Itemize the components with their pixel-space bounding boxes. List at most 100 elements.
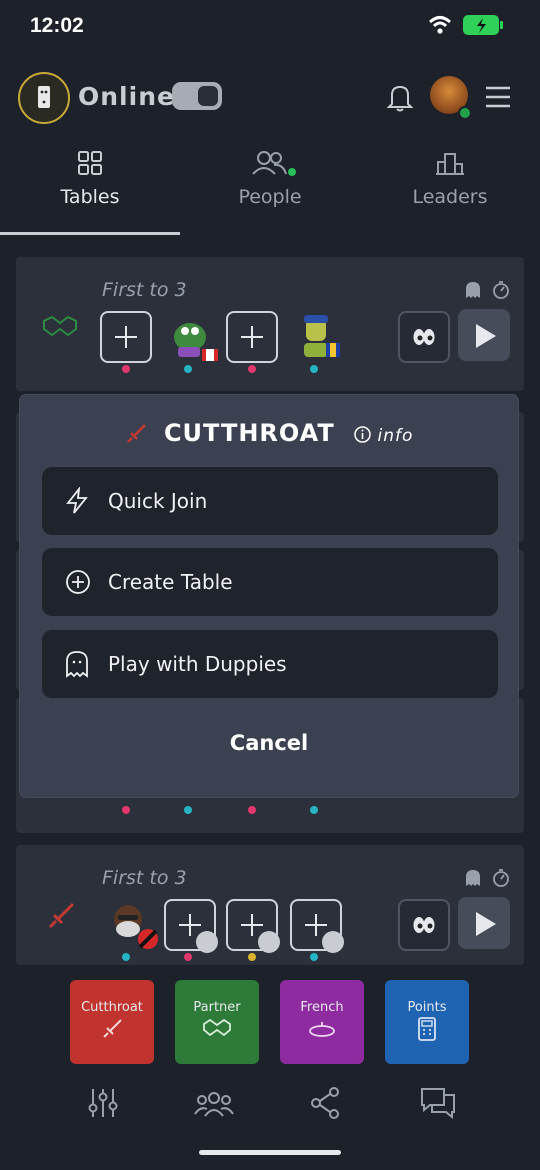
mode-points-button[interactable]: Points — [385, 980, 469, 1064]
online-indicator-dot — [458, 106, 472, 120]
seat-dot — [184, 365, 192, 373]
bottom-nav — [0, 1086, 540, 1136]
wifi-icon — [428, 16, 452, 34]
play-with-duppies-button[interactable]: Play with Duppies — [42, 630, 498, 698]
table-title: First to 3 — [102, 279, 187, 301]
seat-dot — [184, 806, 192, 814]
seat-dot — [184, 953, 192, 961]
main-tabs: Tables People Leaders — [0, 150, 540, 236]
status-icons — [428, 14, 506, 36]
seat-dot — [310, 806, 318, 814]
group-icon[interactable] — [194, 1086, 234, 1120]
duppy-badge — [258, 931, 280, 953]
online-toggle[interactable] — [172, 82, 222, 110]
eyes-icon — [413, 329, 435, 345]
grid-icon — [78, 151, 102, 175]
tab-people-label: People — [238, 186, 302, 208]
mode-french-button[interactable]: French — [280, 980, 364, 1064]
info-link[interactable]: info — [354, 426, 413, 446]
online-status-label: Online — [78, 82, 175, 111]
seat-dot — [310, 365, 318, 373]
active-tab-underline — [0, 232, 180, 235]
domino-icon — [38, 86, 50, 108]
ghost-icon — [466, 870, 480, 886]
create-table-button[interactable]: Create Table — [42, 548, 498, 616]
home-indicator — [199, 1150, 341, 1155]
join-seat-button[interactable] — [226, 311, 278, 363]
sword-icon — [103, 1019, 122, 1038]
lightning-icon — [66, 487, 88, 514]
play-button[interactable] — [458, 309, 510, 361]
ghost-icon — [466, 282, 480, 298]
sheet-title-row: CUTTHROAT info — [20, 419, 518, 447]
create-table-label: Create Table — [108, 570, 233, 594]
leaderboard-icon — [436, 153, 464, 175]
seat-dot — [248, 365, 256, 373]
six-love-logo[interactable] — [18, 72, 70, 124]
quick-join-label: Quick Join — [108, 489, 208, 513]
sword-icon — [126, 424, 146, 443]
play-icon — [476, 912, 496, 936]
play-button[interactable] — [458, 897, 510, 949]
quick-join-button[interactable]: Quick Join — [42, 467, 498, 535]
tab-tables[interactable]: Tables — [0, 150, 180, 208]
toggle-knob — [198, 86, 218, 106]
handshake-icon — [203, 1018, 231, 1037]
mode-label: Cutthroat — [81, 1000, 143, 1015]
seat-dot — [310, 953, 318, 961]
seat-dot — [122, 365, 130, 373]
game-mode-bar: Cutthroat Partner French Points — [0, 980, 540, 1066]
duppy-badge — [322, 931, 344, 953]
mode-label: Partner — [193, 1000, 241, 1015]
people-online-dot — [288, 168, 296, 176]
info-label: info — [377, 426, 414, 446]
chat-icon[interactable] — [420, 1086, 456, 1120]
sheet-title: CUTTHROAT — [163, 419, 335, 447]
timer-icon — [493, 869, 509, 887]
table-card[interactable]: First to 3 — [16, 845, 524, 965]
player-avatar-zombie[interactable] — [298, 313, 342, 365]
mode-label: French — [300, 1000, 344, 1015]
status-bar: 12:02 — [0, 0, 540, 52]
table-card[interactable]: First to 3 — [16, 257, 524, 391]
play-icon — [476, 324, 496, 348]
tab-tables-label: Tables — [60, 186, 120, 208]
mode-partner-button[interactable]: Partner — [175, 980, 259, 1064]
timer-icon — [493, 281, 509, 299]
plus-circle-icon — [66, 570, 90, 594]
tab-people[interactable]: People — [180, 150, 360, 208]
seat-dot — [122, 953, 130, 961]
bell-icon[interactable] — [386, 82, 414, 112]
duppy-badge — [196, 931, 218, 953]
seat-dot — [248, 806, 256, 814]
mode-cutthroat-button[interactable]: Cutthroat — [70, 980, 154, 1064]
handshake-icon — [43, 315, 77, 337]
seat-dot — [248, 953, 256, 961]
ghost-icon — [66, 651, 88, 678]
app-header: Online — [0, 66, 540, 126]
spectate-button[interactable] — [398, 311, 450, 363]
hamburger-menu-icon[interactable] — [484, 86, 512, 108]
info-icon — [354, 426, 371, 443]
player-avatar-croc[interactable] — [168, 313, 220, 365]
cancel-button[interactable]: Cancel — [20, 731, 518, 755]
seat-dot — [122, 806, 130, 814]
people-icon — [252, 151, 287, 175]
mode-label: Points — [407, 1000, 447, 1015]
spectate-button[interactable] — [398, 899, 450, 951]
table-title: First to 3 — [102, 867, 187, 889]
play-with-duppies-label: Play with Duppies — [108, 652, 287, 676]
tab-leaders[interactable]: Leaders — [360, 150, 540, 208]
beret-icon — [309, 1022, 335, 1037]
mode-action-sheet: CUTTHROAT info Quick Join Create Table P… — [20, 395, 518, 797]
sword-icon — [48, 902, 75, 929]
sliders-icon[interactable] — [86, 1086, 120, 1120]
join-seat-button[interactable] — [100, 311, 152, 363]
eyes-icon — [413, 917, 435, 933]
share-icon[interactable] — [308, 1086, 342, 1120]
tab-leaders-label: Leaders — [412, 186, 488, 208]
calculator-icon — [418, 1017, 436, 1041]
status-time: 12:02 — [30, 14, 84, 37]
battery-icon — [463, 15, 503, 35]
player-avatar-bearded[interactable] — [106, 897, 160, 953]
